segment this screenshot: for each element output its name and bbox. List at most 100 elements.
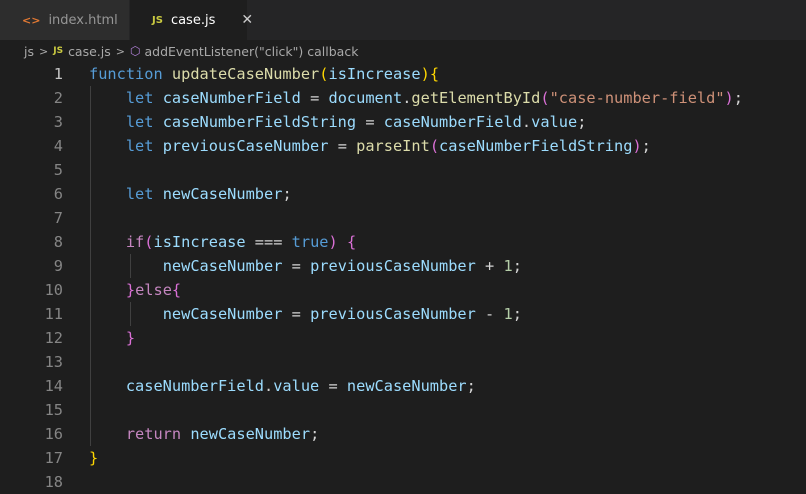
code-token: = [319, 377, 347, 395]
tab-label: case.js [170, 12, 216, 28]
code-token: ; [282, 185, 292, 203]
code-token: caseNumberField [383, 113, 522, 131]
code-line[interactable]: 7 [0, 206, 806, 230]
code-token: = [282, 257, 311, 275]
code-token: isIncrease [153, 233, 246, 251]
code-line[interactable]: 11 newCaseNumber = previousCaseNumber - … [0, 302, 806, 326]
code-text: caseNumberField.value = newCaseNumber; [89, 374, 476, 398]
code-token: parseInt [356, 137, 430, 155]
code-token: value [531, 113, 578, 131]
code-line[interactable]: 9 newCaseNumber = previousCaseNumber + 1… [0, 254, 806, 278]
code-text: return newCaseNumber; [89, 422, 319, 446]
code-text: let caseNumberField = document.getElemen… [89, 86, 743, 110]
code-text: }else{ [89, 278, 181, 302]
code-token: function [89, 65, 163, 83]
code-line[interactable]: 3 let caseNumberFieldString = caseNumber… [0, 110, 806, 134]
code-line[interactable]: 2 let caseNumberField = document.getElem… [0, 86, 806, 110]
code-token: ) [632, 137, 642, 155]
code-token: newCaseNumber [346, 377, 467, 395]
code-text: newCaseNumber = previousCaseNumber - 1; [89, 302, 522, 326]
code-token: ; [512, 305, 522, 323]
code-token: ; [310, 425, 320, 443]
code-token: ( [429, 137, 440, 155]
code-line[interactable]: 12 } [0, 326, 806, 350]
code-text: } [89, 446, 98, 470]
tab-index-html[interactable]: <> index.html [0, 0, 130, 40]
code-line[interactable]: 14 caseNumberField.value = newCaseNumber… [0, 374, 806, 398]
code-token: caseNumberFieldString [439, 137, 633, 155]
breadcrumb-file[interactable]: case.js [68, 44, 111, 59]
breadcrumb-symbol[interactable]: addEventListener("click") callback [144, 44, 358, 59]
code-token: } [89, 449, 99, 467]
breadcrumb-folder[interactable]: js [24, 44, 34, 59]
code-token: { [429, 65, 440, 83]
code-text: if(isIncrease === true) { [89, 230, 356, 254]
code-line[interactable]: 18 [0, 470, 806, 494]
chevron-right-icon: > [39, 44, 49, 58]
code-token: newCaseNumber [190, 425, 311, 443]
code-editor[interactable]: 1 function updateCaseNumber(isIncrease){2… [0, 62, 806, 491]
code-token: caseNumberFieldString [162, 113, 357, 131]
code-line[interactable]: 13 [0, 350, 806, 374]
line-number: 10 [44, 281, 63, 299]
code-token: newCaseNumber [162, 257, 283, 275]
code-token: caseNumberField [125, 377, 264, 395]
code-token: . [264, 377, 274, 395]
code-line[interactable]: 15 [0, 398, 806, 422]
code-token: true [291, 233, 329, 251]
code-token: . [521, 113, 532, 131]
code-token: ; [641, 137, 651, 155]
code-token: previousCaseNumber [310, 257, 476, 275]
breadcrumb: js > JS case.js > ⬡ addEventListener("cl… [0, 40, 806, 62]
line-number: 1 [53, 65, 63, 83]
code-line[interactable]: 17} [0, 446, 806, 470]
code-text: let newCaseNumber; [89, 182, 292, 206]
line-number: 18 [44, 473, 63, 491]
code-line[interactable]: 6 let newCaseNumber; [0, 182, 806, 206]
code-line[interactable]: 10 }else{ [0, 278, 806, 302]
code-token: 1 [503, 257, 513, 275]
tab-label: index.html [48, 12, 118, 28]
code-line[interactable]: 1 function updateCaseNumber(isIncrease){ [0, 62, 806, 86]
line-number: 13 [44, 353, 63, 371]
code-line[interactable]: 5 [0, 158, 806, 182]
line-number: 5 [53, 161, 63, 179]
code-line[interactable]: 4 let previousCaseNumber = parseInt(case… [0, 134, 806, 158]
chevron-right-icon: > [115, 44, 125, 58]
code-line[interactable]: 16 return newCaseNumber; [0, 422, 806, 446]
code-token: ) [420, 65, 430, 83]
code-token: } [125, 329, 136, 347]
close-icon[interactable]: ✕ [241, 12, 253, 28]
code-text: } [89, 326, 135, 350]
code-token: { [171, 281, 182, 299]
line-number: 9 [53, 257, 63, 275]
code-token: caseNumberField [162, 89, 301, 107]
code-token: ; [512, 257, 522, 275]
code-token: = [328, 137, 357, 155]
code-token: let [125, 113, 154, 131]
code-token: = [356, 113, 384, 131]
code-token: newCaseNumber [162, 185, 283, 203]
line-number: 8 [53, 233, 63, 251]
code-token: = [282, 305, 311, 323]
tab-case-js[interactable]: JS case.js ✕ [130, 0, 253, 40]
line-number: 7 [53, 209, 63, 227]
code-line[interactable]: 8 if(isIncrease === true) { [0, 230, 806, 254]
code-token: let [125, 89, 154, 107]
code-token: return [125, 425, 182, 443]
line-number: 16 [44, 425, 63, 443]
